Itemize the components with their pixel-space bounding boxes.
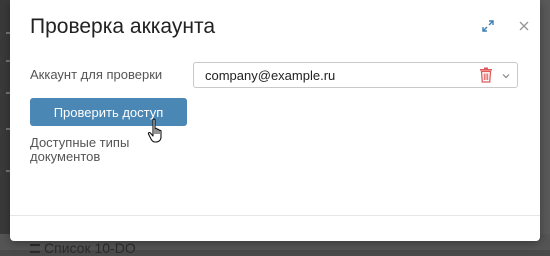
- trash-icon: [480, 67, 492, 83]
- expand-button[interactable]: [480, 18, 496, 34]
- account-label: Аккаунт для проверки: [30, 67, 163, 82]
- close-icon: [519, 21, 529, 31]
- dropdown-toggle[interactable]: [500, 69, 512, 81]
- list-icon: [30, 239, 40, 253]
- expand-icon: [482, 20, 494, 32]
- close-button[interactable]: [516, 18, 532, 34]
- background-list-item: Список 10-DO: [44, 240, 136, 256]
- account-value: company@example.ru: [205, 68, 336, 83]
- account-select[interactable]: company@example.ru: [193, 62, 518, 88]
- clear-account-button[interactable]: [479, 67, 493, 83]
- available-doc-types-label: Доступные типы документов: [30, 135, 130, 164]
- dialog-title: Проверка аккаунта: [30, 15, 216, 38]
- chevron-down-icon: [502, 74, 510, 79]
- footer-divider: [10, 215, 540, 216]
- account-check-dialog: Проверка аккаунта Аккаунт для проверки c…: [10, 0, 540, 241]
